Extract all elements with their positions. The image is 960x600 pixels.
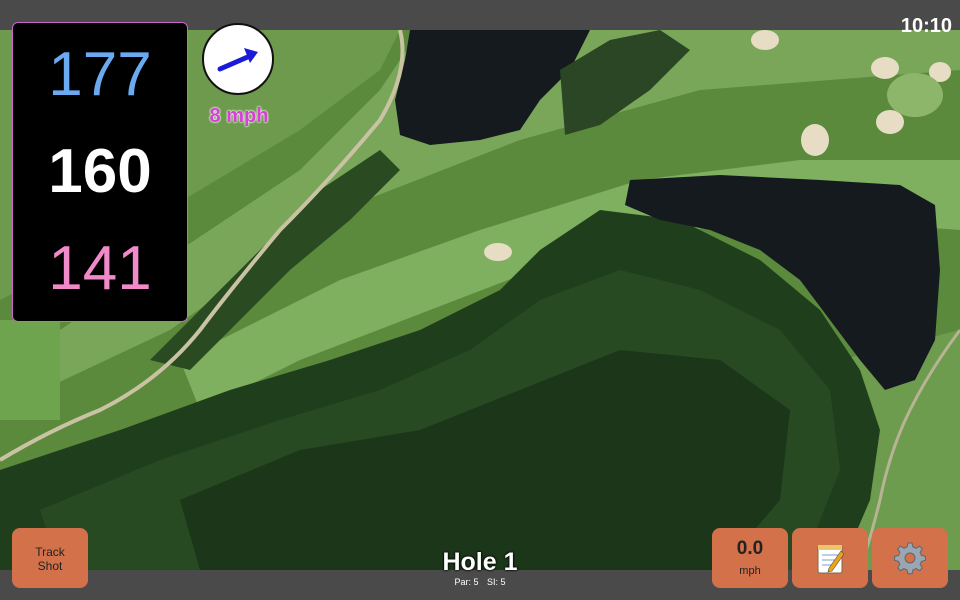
track-shot-button[interactable]: Track Shot: [12, 528, 88, 588]
wind-direction-indicator: [202, 23, 274, 95]
speed-unit: mph: [739, 565, 761, 577]
track-shot-label-line2: Shot: [37, 559, 63, 573]
gear-icon: [894, 542, 926, 575]
hole-info: Par: 5 SI: 5: [380, 576, 580, 588]
distance-middle: 160: [48, 137, 152, 206]
notepad-icon: [817, 545, 845, 574]
distance-back: 177: [48, 40, 152, 109]
speed-value: 0.0: [736, 538, 764, 559]
hole-par: Par: 5: [454, 577, 479, 587]
hole-title: Hole 1: [442, 548, 518, 576]
notes-button[interactable]: [792, 528, 868, 588]
settings-button[interactable]: [872, 528, 948, 588]
status-clock: 10:10: [900, 15, 952, 37]
wind-direction-arrow-icon: [217, 48, 258, 72]
distance-front: 141: [48, 234, 152, 303]
speed-button[interactable]: 0.0 mph: [712, 528, 788, 588]
hole-stroke-index: SI: 5: [487, 577, 506, 587]
track-shot-label-line1: Track: [35, 545, 65, 559]
distance-panel: 177 160 141: [12, 22, 188, 322]
wind-speed: 8 mph: [209, 105, 269, 127]
